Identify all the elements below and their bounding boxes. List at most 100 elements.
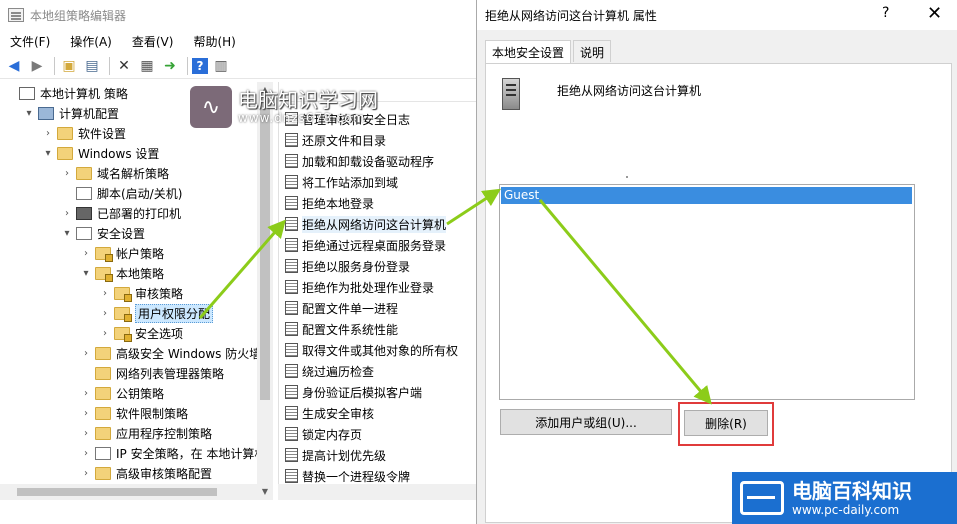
policy-label: 拒绝本地登录 bbox=[302, 196, 375, 211]
expand-arrow-icon[interactable]: › bbox=[80, 248, 92, 259]
add-user-or-group-button[interactable]: 添加用户或组(U)... bbox=[500, 409, 672, 435]
close-button[interactable]: ✕ bbox=[927, 3, 942, 24]
tree-node[interactable]: › 应用程序控制策略 bbox=[80, 423, 212, 443]
expand-arrow-icon[interactable]: › bbox=[99, 288, 111, 299]
expand-arrow-icon[interactable]: › bbox=[80, 448, 92, 459]
expand-arrow-icon[interactable]: › bbox=[80, 468, 92, 479]
expand-arrow-icon[interactable]: › bbox=[80, 408, 92, 419]
policy-list-item[interactable]: 将工作站添加到域 bbox=[285, 172, 398, 192]
policy-list-item[interactable]: 拒绝以服务身份登录 bbox=[285, 256, 410, 276]
scroll-thumb[interactable] bbox=[260, 100, 270, 400]
printer-icon bbox=[76, 206, 92, 220]
scroll-thumb[interactable] bbox=[17, 488, 217, 496]
tree-node[interactable]: ▾ Windows 设置 bbox=[42, 143, 159, 163]
tree-node[interactable]: › 用户权限分配 bbox=[99, 303, 214, 323]
tree-node[interactable]: › 已部署的打印机 bbox=[61, 203, 181, 223]
tree-node[interactable]: › 审核策略 bbox=[99, 283, 183, 303]
policy-list-item[interactable]: 拒绝作为批处理作业登录 bbox=[285, 277, 434, 297]
collapse-arrow-icon[interactable]: ▾ bbox=[80, 268, 92, 279]
tree-horizontal-scrollbar[interactable] bbox=[0, 484, 257, 500]
tree-node-label: 本地计算机 策略 bbox=[40, 86, 128, 101]
back-icon[interactable]: ◀ bbox=[4, 56, 24, 76]
policy-icon bbox=[285, 343, 298, 357]
policy-label: 提高计划优先级 bbox=[302, 448, 387, 463]
policy-list-item[interactable]: 配置文件系统性能 bbox=[285, 319, 398, 339]
view-icon[interactable]: ▥ bbox=[211, 56, 231, 76]
folder-icon bbox=[57, 126, 73, 140]
tree-node[interactable]: ▾ 计算机配置 bbox=[23, 103, 119, 123]
tab-explain[interactable]: 说明 bbox=[573, 40, 612, 62]
policy-list-item[interactable]: 替换一个进程级令牌 bbox=[285, 466, 410, 486]
tree-node[interactable]: ▾ 本地策略 bbox=[80, 263, 164, 283]
users-list[interactable]: Guest bbox=[499, 184, 915, 400]
policy-list-item[interactable]: 生成安全审核 bbox=[285, 403, 374, 423]
tree-node[interactable]: 脚本(启动/关机) bbox=[61, 183, 182, 203]
show-hide-tree-icon[interactable]: ▤ bbox=[82, 56, 102, 76]
policy-list-item[interactable]: 拒绝通过远程桌面服务登录 bbox=[285, 235, 446, 255]
tree-node[interactable]: › 软件限制策略 bbox=[80, 403, 188, 423]
forward-icon[interactable]: ▶ bbox=[27, 56, 47, 76]
policy-label: 身份验证后模拟客户端 bbox=[302, 385, 423, 400]
help-icon[interactable]: ? bbox=[192, 57, 208, 74]
expand-arrow-icon[interactable]: › bbox=[80, 348, 92, 359]
tree-node[interactable]: › 安全选项 bbox=[99, 323, 183, 343]
toolbar-separator bbox=[109, 56, 110, 75]
policy-list-item[interactable]: 取得文件或其他对象的所有权 bbox=[285, 340, 458, 360]
folder-icon bbox=[95, 386, 111, 400]
menu-view[interactable]: 查看(V) bbox=[122, 33, 184, 50]
tree-node-label: Windows 设置 bbox=[78, 146, 160, 161]
shield-icon bbox=[76, 226, 92, 240]
watermark-title: 电脑知识学习网 bbox=[238, 88, 378, 112]
tree-node[interactable]: › IP 安全策略，在 本地计算机 bbox=[80, 443, 266, 463]
shield-icon bbox=[95, 446, 111, 460]
menu-help[interactable]: 帮助(H) bbox=[183, 33, 245, 50]
collapse-arrow-icon[interactable]: ▾ bbox=[23, 108, 35, 119]
policy-icon bbox=[285, 322, 298, 336]
collapse-arrow-icon[interactable]: ▾ bbox=[42, 148, 54, 159]
policy-list-item[interactable]: 绕过遍历检查 bbox=[285, 361, 374, 381]
tree-node[interactable]: › 帐户策略 bbox=[80, 243, 164, 263]
properties-icon[interactable]: ▦ bbox=[137, 56, 157, 76]
tree-node[interactable]: › 软件设置 bbox=[42, 123, 126, 143]
help-button[interactable]: ? bbox=[882, 5, 889, 21]
folder-lock-icon bbox=[95, 266, 113, 282]
expand-arrow-icon[interactable]: › bbox=[61, 208, 73, 219]
expand-arrow-icon[interactable]: › bbox=[99, 328, 111, 339]
policy-list-item[interactable]: 身份验证后模拟客户端 bbox=[285, 382, 422, 402]
list-item-user[interactable]: Guest bbox=[501, 187, 912, 204]
collapse-arrow-icon[interactable]: ▾ bbox=[61, 228, 73, 239]
policy-label: 绕过遍历检查 bbox=[302, 364, 375, 379]
policy-list-item[interactable]: 还原文件和目录 bbox=[285, 130, 386, 150]
tree-node[interactable]: › 高级审核策略配置 bbox=[80, 463, 212, 483]
policy-list-item[interactable]: 锁定内存页 bbox=[285, 424, 362, 444]
tree-vertical-scrollbar[interactable]: ▲ ▼ bbox=[257, 82, 273, 500]
monitor-icon bbox=[740, 481, 784, 515]
expand-arrow-icon[interactable]: › bbox=[99, 308, 111, 319]
dialog-tabs: 本地安全设置 说明 bbox=[485, 40, 613, 64]
policy-list-item[interactable]: 提高计划优先级 bbox=[285, 445, 386, 465]
tree-node[interactable]: › 公钥策略 bbox=[80, 383, 164, 403]
scroll-down-icon[interactable]: ▼ bbox=[257, 484, 273, 500]
expand-arrow-icon[interactable]: › bbox=[61, 168, 73, 179]
tree-node[interactable]: ▾ 安全设置 bbox=[61, 223, 145, 243]
tree-node-label: 网络列表管理器策略 bbox=[116, 366, 225, 381]
delete-icon[interactable]: ✕ bbox=[114, 56, 134, 76]
export-icon[interactable]: ➜ bbox=[160, 56, 180, 76]
tree-node[interactable]: 本地计算机 策略 bbox=[4, 83, 128, 103]
tree-node[interactable]: 网络列表管理器策略 bbox=[80, 363, 224, 383]
menu-action[interactable]: 操作(A) bbox=[60, 33, 122, 50]
list-horizontal-scrollbar[interactable] bbox=[278, 484, 476, 500]
policy-list-item[interactable]: 加载和卸载设备驱动程序 bbox=[285, 151, 434, 171]
policy-list-item[interactable]: 拒绝本地登录 bbox=[285, 193, 374, 213]
expand-arrow-icon[interactable]: › bbox=[42, 128, 54, 139]
expand-arrow-icon[interactable]: › bbox=[80, 388, 92, 399]
policy-list-item[interactable]: 拒绝从网络访问这台计算机 bbox=[285, 214, 447, 234]
up-folder-icon[interactable]: ▣ bbox=[59, 56, 79, 76]
expand-arrow-icon[interactable]: › bbox=[80, 428, 92, 439]
menu-file[interactable]: 文件(F) bbox=[0, 33, 60, 50]
tree-node[interactable]: › 域名解析策略 bbox=[61, 163, 169, 183]
tab-local-security-setting[interactable]: 本地安全设置 bbox=[485, 40, 572, 64]
policy-list-item[interactable]: 配置文件单一进程 bbox=[285, 298, 398, 318]
tree-node[interactable]: › 高级安全 Windows 防火墙 bbox=[80, 343, 261, 363]
policy-icon bbox=[285, 175, 298, 189]
